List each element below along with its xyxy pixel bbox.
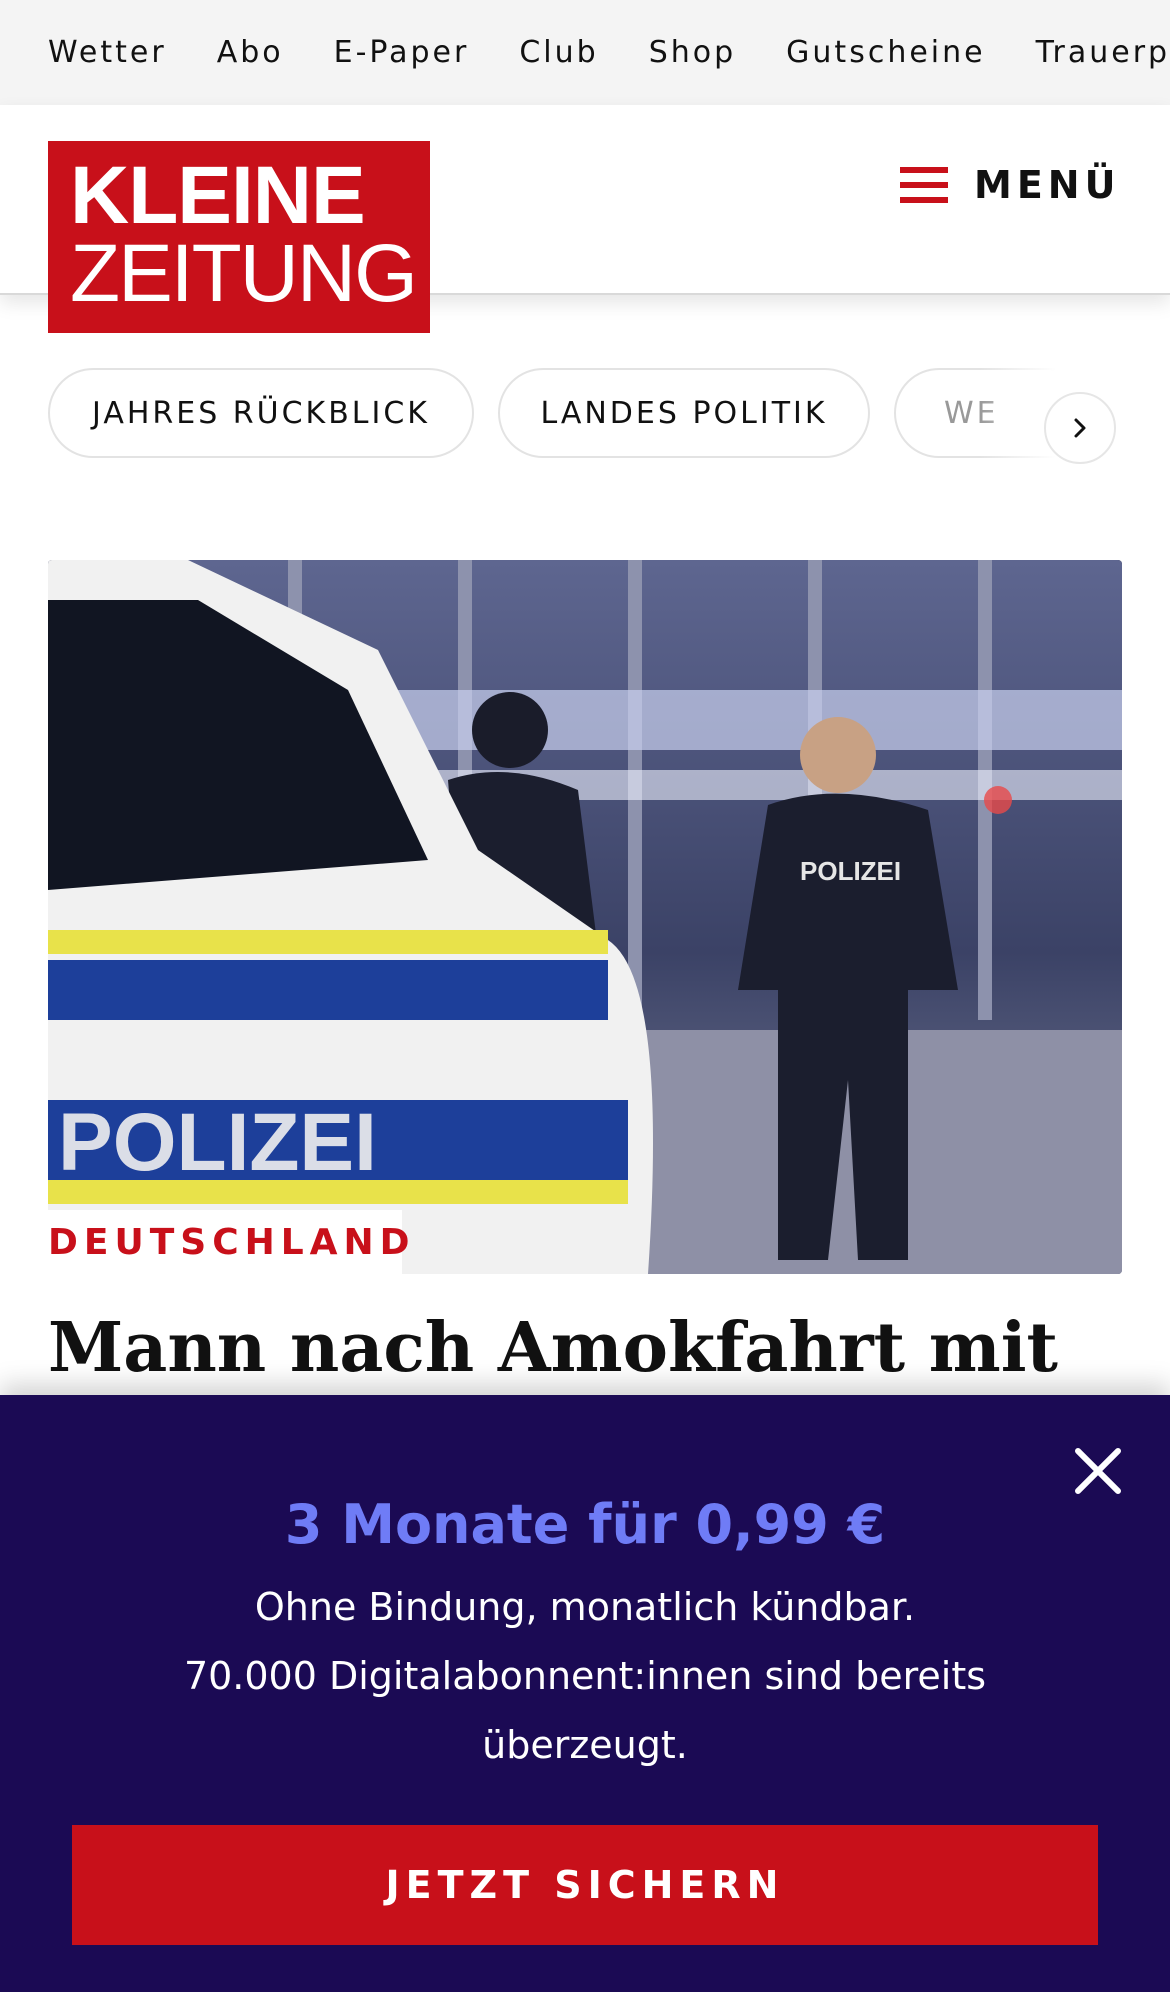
top-utility-nav: Wetter Abo E-Paper Club Shop Gutscheine … bbox=[0, 0, 1170, 105]
menu-button[interactable]: MENÜ bbox=[900, 155, 1120, 215]
offer-description: Ohne Bindung, monatlich kündbar. 70.000 … bbox=[110, 1573, 1060, 1780]
top-nav-item-shop[interactable]: Shop bbox=[649, 35, 736, 70]
top-nav-item-abo[interactable]: Abo bbox=[217, 35, 284, 70]
menu-label: MENÜ bbox=[974, 163, 1121, 207]
jetzt-sichern-button[interactable]: JETZT SICHERN bbox=[72, 1825, 1098, 1945]
kicker-label: DEUTSCHLAND bbox=[48, 1221, 416, 1263]
top-nav-item-gutscheine[interactable]: Gutscheine bbox=[786, 35, 985, 70]
police-scene-illustration: POLIZEI POLIZEI bbox=[48, 560, 1122, 1274]
top-nav-list: Wetter Abo E-Paper Club Shop Gutscheine … bbox=[0, 0, 1170, 105]
chip-landespolitik[interactable]: LANDES POLITIK bbox=[498, 368, 870, 458]
article-headline[interactable]: Mann nach Amokfahrt mit bbox=[48, 1306, 1122, 1390]
site-header: KLEINE ZEITUNG MENÜ bbox=[0, 105, 1170, 333]
category-chip-row: JAHRES RÜCKBLICK LANDES POLITIK WE bbox=[0, 368, 1170, 464]
top-nav-item-epaper[interactable]: E-Paper bbox=[334, 35, 470, 70]
hamburger-icon bbox=[900, 167, 948, 203]
svg-text:POLIZEI: POLIZEI bbox=[58, 1097, 377, 1188]
top-nav-item-wetter[interactable]: Wetter bbox=[48, 35, 167, 70]
top-nav-item-trauerportal[interactable]: Trauerpo bbox=[1036, 35, 1170, 70]
article-kicker[interactable]: DEUTSCHLAND bbox=[48, 1210, 410, 1274]
chip-scroll-next-button[interactable] bbox=[1044, 392, 1116, 464]
logo-line-2: ZEITUNG bbox=[70, 228, 418, 319]
svg-text:POLIZEI: POLIZEI bbox=[800, 856, 901, 886]
offer-line-1: Ohne Bindung, monatlich kündbar. bbox=[254, 1585, 916, 1629]
top-nav-item-club[interactable]: Club bbox=[519, 35, 598, 70]
close-banner-button[interactable] bbox=[1072, 1445, 1124, 1497]
site-logo[interactable]: KLEINE ZEITUNG bbox=[48, 141, 430, 333]
chip-jahresrueckblick[interactable]: JAHRES RÜCKBLICK bbox=[48, 368, 474, 458]
logo-line-1: KLEINE bbox=[70, 150, 366, 241]
subscription-offer-banner: 3 Monate für 0,99 € Ohne Bindung, monatl… bbox=[0, 1395, 1170, 1992]
article-hero-image[interactable]: POLIZEI POLIZEI bbox=[48, 560, 1122, 1274]
offer-title: 3 Monate für 0,99 € bbox=[284, 1493, 886, 1556]
offer-line-2: 70.000 Digitalabonnent:innen sind bereit… bbox=[183, 1654, 987, 1767]
close-icon bbox=[1075, 1448, 1121, 1494]
chevron-right-icon bbox=[1074, 418, 1086, 438]
